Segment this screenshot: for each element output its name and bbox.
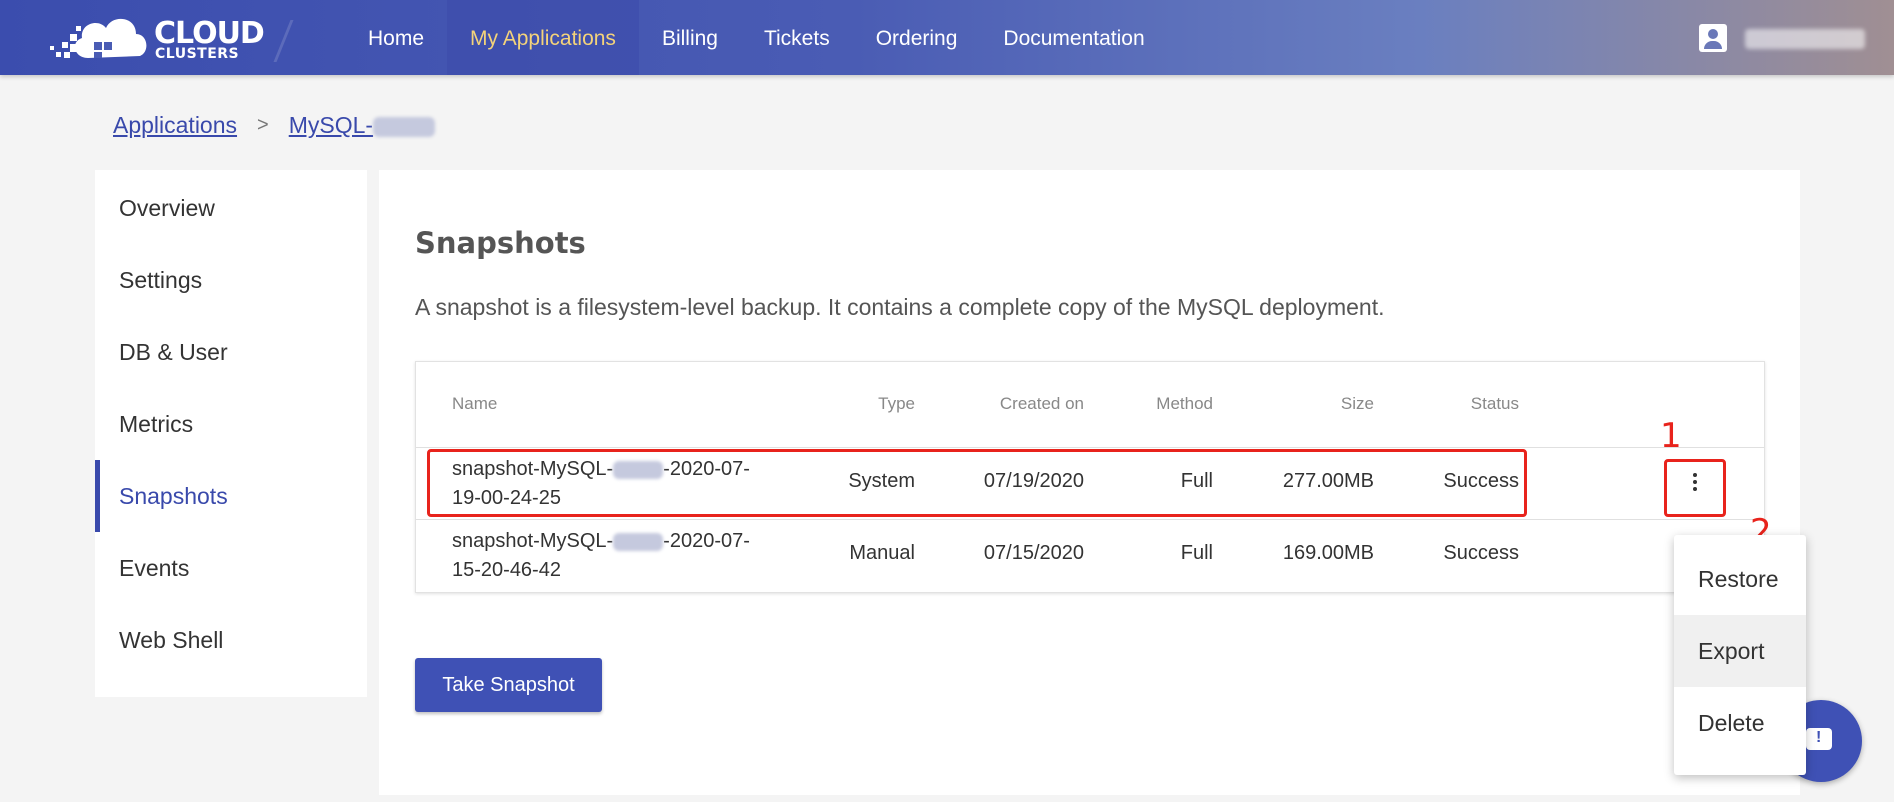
sidebar-item-web-shell[interactable]: Web Shell [95,604,367,676]
user-name-redacted[interactable] [1745,29,1865,49]
sidebar-item-db-user[interactable]: DB & User [95,316,367,388]
highlight-snapshot-row [427,449,1527,517]
page-description: A snapshot is a filesystem-level backup.… [415,294,1385,320]
table-row[interactable]: snapshot-MySQL- -2020-07- 15-20-46-42 Manu… [416,520,1764,592]
brand-name-line2: CLUSTERS [155,46,240,62]
nav-item-my-applications[interactable]: My Applications [447,0,639,75]
column-header-type: Type [878,394,915,413]
breadcrumb-separator: > [257,114,269,136]
cloud-clusters-logo[interactable]: CLOUD CLUSTERS [36,12,265,62]
breadcrumb-applications-link[interactable]: Applications [113,112,237,139]
nav-item-billing[interactable]: Billing [639,0,741,75]
table-header: Name Type Created on Method Size Status [416,362,1764,448]
snapshot-created-on: 07/15/2020 [983,542,1084,564]
nav-item-documentation[interactable]: Documentation [980,0,1167,75]
sidebar-item-overview[interactable]: Overview [95,172,367,244]
top-navigation-bar: CLOUD CLUSTERS Home My Applications Bill… [0,0,1894,75]
row-actions-menu: Restore Export Delete [1674,535,1806,775]
sidebar-item-metrics[interactable]: Metrics [95,388,367,460]
snapshot-type: Manual [849,542,915,564]
column-header-created-on: Created on [999,394,1084,413]
sidebar-item-settings[interactable]: Settings [95,244,367,316]
snapshot-status: Success [1443,542,1519,564]
main-nav: Home My Applications Billing Tickets Ord… [345,0,1168,75]
take-snapshot-button[interactable]: Take Snapshot [415,658,602,712]
breadcrumb-current-app-link[interactable]: MySQL- [289,112,436,139]
chat-icon [1806,728,1832,750]
nav-item-ordering[interactable]: Ordering [853,0,981,75]
column-header-method: Method [1156,394,1213,413]
breadcrumb: Applications > MySQL- [113,112,436,139]
nav-item-tickets[interactable]: Tickets [741,0,853,75]
menu-item-export[interactable]: Export [1674,615,1806,687]
snapshot-name: snapshot-MySQL- -2020-07- 15-20-46-42 [452,530,750,581]
column-header-size: Size [1340,394,1374,413]
menu-item-delete[interactable]: Delete [1674,687,1806,759]
cloud-logo-icon [50,18,147,58]
sidebar-item-events[interactable]: Events [95,532,367,604]
page-title: Snapshots [415,226,586,260]
snapshot-size: 169.00MB [1282,542,1374,564]
sidebar-item-snapshots[interactable]: Snapshots [95,460,367,532]
nav-item-home[interactable]: Home [345,0,447,75]
column-header-name: Name [452,394,498,413]
header-divider [273,20,294,62]
sidebar: Overview Settings DB & User Metrics Snap… [95,170,367,697]
annotation-step-1: 1 [1660,416,1682,456]
snapshot-method: Full [1180,542,1213,564]
user-account-icon[interactable] [1699,24,1727,52]
menu-item-restore[interactable]: Restore [1674,543,1806,615]
redacted-app-id [373,116,436,137]
redacted-app-id [613,532,664,551]
column-header-status: Status [1470,394,1519,413]
highlight-actions-button [1664,459,1726,517]
